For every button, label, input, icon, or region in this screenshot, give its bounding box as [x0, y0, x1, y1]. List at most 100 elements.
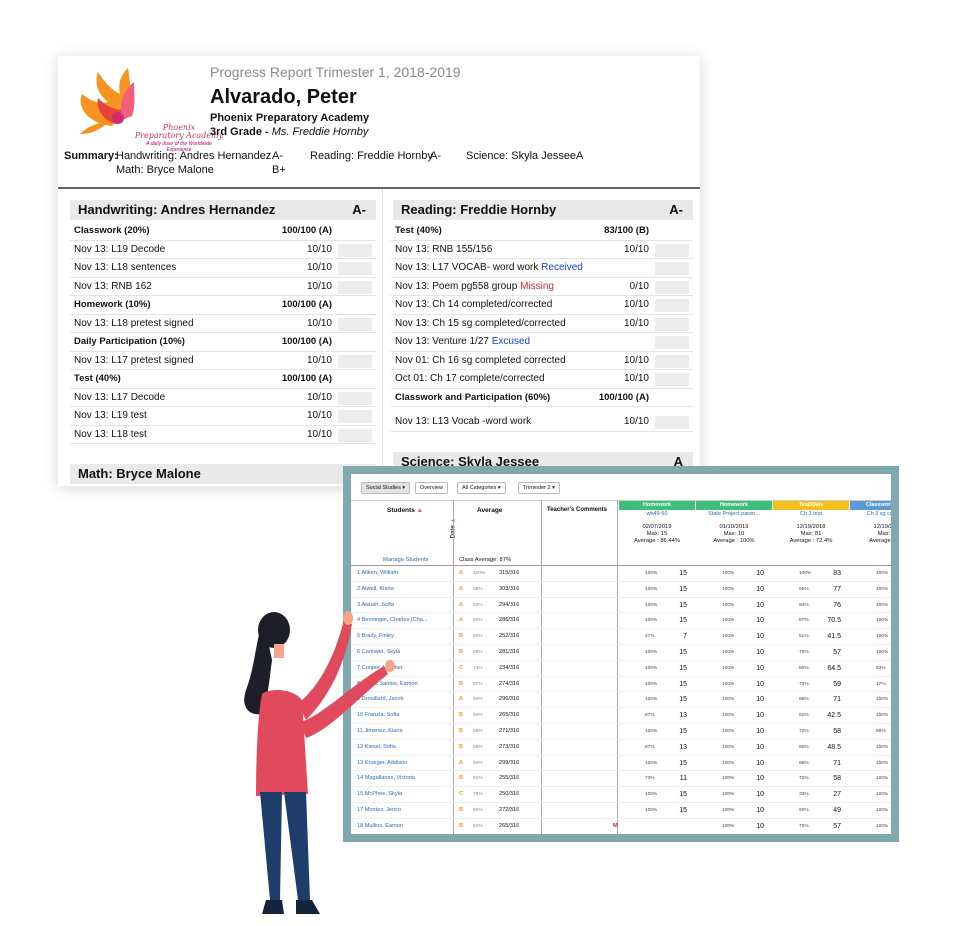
- assignment-header[interactable]: Homework wb49-50 02/07/2019 Max: 15 Average …: [619, 501, 695, 565]
- assignment-header[interactable]: Classwork and PCh 3 sg complete 12/19/201…: [850, 501, 891, 565]
- score-cell[interactable]: 100% 10: [696, 787, 772, 802]
- score-cell[interactable]: 88%: [850, 724, 891, 739]
- score-cell[interactable]: 60% 49: [773, 803, 849, 818]
- score-cell[interactable]: 100%: [850, 708, 891, 723]
- score-cell[interactable]: 100% 15: [619, 692, 695, 707]
- score-cell[interactable]: 100%: [850, 566, 891, 581]
- score-cell[interactable]: 80% 64.5: [773, 661, 849, 676]
- score-cell[interactable]: 100%: [850, 803, 891, 818]
- summary-label: Summary:: [64, 150, 118, 162]
- score-cell[interactable]: 100% 10: [696, 645, 772, 660]
- score-cell[interactable]: 73% 59: [773, 677, 849, 692]
- score-cell[interactable]: 100% 10: [696, 629, 772, 644]
- handwriting-assignment-row: Nov 13: L19 Decode 10/10: [70, 241, 376, 259]
- overview-button[interactable]: Overview: [415, 482, 448, 494]
- score-cell[interactable]: 100% 10: [696, 708, 772, 723]
- score-cell[interactable]: 100% 10: [696, 771, 772, 786]
- score-cell[interactable]: 33% 27: [773, 787, 849, 802]
- score-cell[interactable]: 100% 10: [696, 724, 772, 739]
- score-cell[interactable]: 88% 71: [773, 692, 849, 707]
- score-cell[interactable]: 100% 10: [696, 740, 772, 755]
- score-cell[interactable]: 100% 10: [696, 692, 772, 707]
- score-cell[interactable]: 83%: [850, 661, 891, 676]
- assignment-title-link[interactable]: Ch 3 sg complete: [850, 511, 891, 517]
- score-cell[interactable]: 100% 10: [696, 677, 772, 692]
- score-cell[interactable]: 51% 41.5: [773, 629, 849, 644]
- assignment-title-link[interactable]: Ch 3 test: [773, 511, 849, 517]
- score-cell[interactable]: 100% 10: [696, 819, 772, 834]
- score-cell[interactable]: 100% 15: [619, 756, 695, 771]
- summary-science-grade: A: [576, 150, 584, 162]
- score-cell[interactable]: 100% 10: [696, 566, 772, 581]
- reading-row-label: Classwork and Participation (60%): [395, 391, 551, 403]
- score-cell[interactable]: 100%: [850, 645, 891, 660]
- student-row: 13 Krueger, Addison A 94% 299/316 100% 15 100%…: [351, 756, 891, 772]
- score-cell[interactable]: 100%: [850, 613, 891, 628]
- assignment-title-link[interactable]: State Project paren...: [696, 511, 772, 517]
- score-cell[interactable]: 100% 10: [696, 582, 772, 597]
- assignment-title-link[interactable]: wb49-50: [619, 511, 695, 517]
- score-cell[interactable]: 100% 15: [619, 677, 695, 692]
- score-cell[interactable]: 100% 15: [619, 582, 695, 597]
- score-cell[interactable]: 100% 10: [696, 613, 772, 628]
- score-cell[interactable]: 60% 48.5: [773, 740, 849, 755]
- score-cell[interactable]: 100% 15: [619, 645, 695, 660]
- assignment-date: 12/19/2018: [873, 524, 891, 530]
- score-cell[interactable]: 100% 10: [696, 598, 772, 613]
- categories-dropdown[interactable]: All Categories ▾: [457, 482, 506, 494]
- score-cell[interactable]: 52% 42.5: [773, 708, 849, 723]
- score-cell[interactable]: 88% 71: [773, 756, 849, 771]
- score-cell[interactable]: 100%: [850, 756, 891, 771]
- reading-row-score: 10/10: [623, 299, 649, 310]
- score-cell[interactable]: 73% 11: [619, 771, 695, 786]
- student-average-points: 315/316: [499, 570, 520, 576]
- score-cell[interactable]: 100%: [850, 692, 891, 707]
- student-average-points: 281/316: [499, 648, 520, 655]
- student-average-percent: 93%: [473, 602, 483, 608]
- score-cell[interactable]: 47% 7: [619, 629, 695, 644]
- score-cell[interactable]: 100%: [850, 582, 891, 597]
- student-name-link[interactable]: 2 Atwell, Kiana: [357, 582, 394, 597]
- score-cell[interactable]: 100% 15: [619, 661, 695, 676]
- manage-students-link[interactable]: Manage Students: [383, 557, 428, 563]
- reading-row-name: Nov 13: Venture 1/27 Excused: [395, 333, 530, 351]
- score-cell[interactable]: 100% 10: [696, 803, 772, 818]
- term-dropdown[interactable]: Trimester 2 ▾: [518, 482, 560, 494]
- assignment-header[interactable]: Test/Quiz Ch 3 test 12/19/2018 Max: 81 Avera…: [773, 501, 849, 565]
- average-column-header[interactable]: Average: [477, 507, 502, 514]
- subject-dropdown[interactable]: Social Studies ▾: [361, 482, 411, 494]
- score-cell[interactable]: 100%: [850, 598, 891, 613]
- score-cell[interactable]: 100% 15: [619, 724, 695, 739]
- score-percent: 100%: [876, 792, 889, 798]
- score-cell[interactable]: 100%: [850, 771, 891, 786]
- assignment-header[interactable]: Homework State Project paren... 01/10/2019…: [696, 501, 772, 565]
- score-cell[interactable]: 100% 10: [696, 756, 772, 771]
- score-cell[interactable]: 100% 15: [619, 803, 695, 818]
- score-cell[interactable]: 100% 15: [619, 598, 695, 613]
- score-cell[interactable]: 100% 83: [773, 566, 849, 581]
- score-cell[interactable]: 100%: [850, 629, 891, 644]
- gradebook-header-row: Students ▲ Average Date ▲ Teacher's Comm…: [351, 500, 891, 566]
- score-cell[interactable]: 100%: [850, 787, 891, 802]
- student-name-link[interactable]: 1 Aitken, William: [357, 566, 398, 581]
- score-cell[interactable]: 87% 70.5: [773, 613, 849, 628]
- score-cell[interactable]: 70% 57: [773, 819, 849, 834]
- score-cell[interactable]: [619, 819, 695, 834]
- students-column-header[interactable]: Students ▲: [387, 507, 423, 514]
- score-cell[interactable]: 17%: [850, 677, 891, 692]
- summary-math: Math: Bryce Malone: [116, 164, 214, 176]
- score-cell[interactable]: 70% 57: [773, 645, 849, 660]
- score-cell[interactable]: 100% 15: [619, 613, 695, 628]
- score-cell[interactable]: 95% 77: [773, 582, 849, 597]
- score-cell[interactable]: 72% 58: [773, 771, 849, 786]
- score-cell[interactable]: 72% 58: [773, 724, 849, 739]
- score-cell[interactable]: 87% 13: [619, 740, 695, 755]
- score-cell[interactable]: 100% 15: [619, 566, 695, 581]
- score-cell[interactable]: 100% 10: [696, 661, 772, 676]
- score-cell[interactable]: 100%: [850, 819, 891, 834]
- score-cell[interactable]: 100% 15: [619, 787, 695, 802]
- score-cell[interactable]: 100%: [850, 740, 891, 755]
- score-cell[interactable]: 87% 13: [619, 708, 695, 723]
- score-cell[interactable]: 94% 76: [773, 598, 849, 613]
- handwriting-row-score: 100/100 (A): [281, 299, 332, 310]
